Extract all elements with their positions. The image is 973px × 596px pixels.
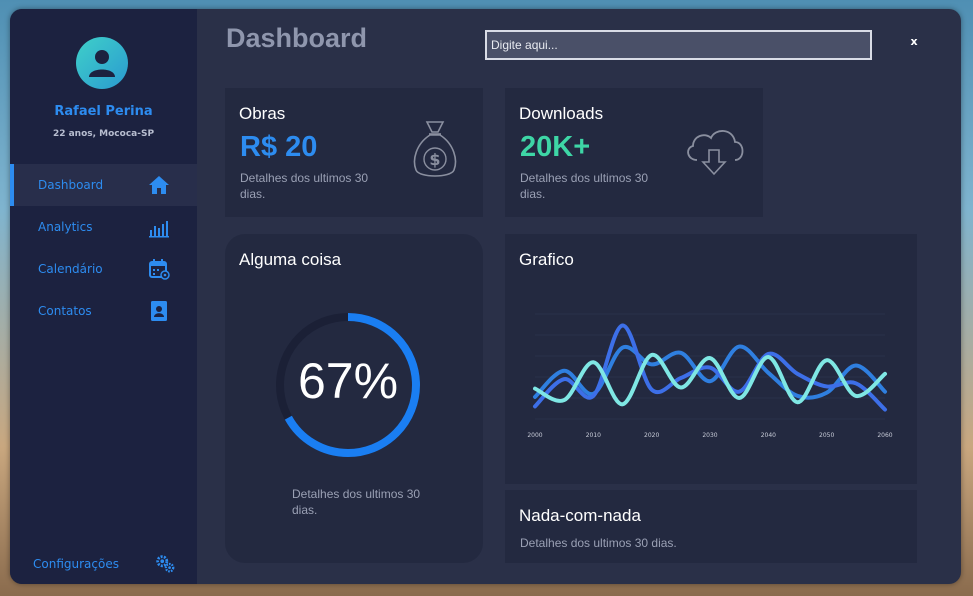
search-input[interactable] (485, 30, 872, 60)
chart-point-s1-0 (534, 396, 536, 398)
chart-point-s1-8 (767, 372, 770, 374)
chart-point-s1-10 (825, 391, 828, 394)
x-tick-label: 2000 (527, 432, 542, 439)
chart-point-s1-3 (621, 346, 624, 349)
card-title: Nada-com-nada (519, 506, 641, 525)
sidebar-item-analytics[interactable]: Analytics (10, 206, 197, 248)
card-downloads: Downloads 20K+ Detalhes dos ultimos 30 d… (505, 88, 763, 217)
chart-point-s2-4 (650, 388, 653, 391)
chart-point-s3-8 (767, 356, 770, 358)
chart-point-s3-12 (884, 373, 886, 375)
chart-point-s1-12 (884, 390, 886, 393)
page-title: Dashboard (226, 23, 368, 53)
card-detail: Detalhes dos ultimos 30 dias. (520, 171, 649, 201)
chart-point-s2-11 (855, 382, 857, 385)
x-tick-label: 2020 (644, 432, 659, 439)
chart-point-s2-5 (680, 377, 682, 379)
sidebar-item-label: Dashboard (38, 178, 104, 192)
chart-point-s1-1 (563, 369, 565, 372)
chart-point-s1-5 (680, 352, 682, 354)
user-name: Rafael Perina (54, 104, 153, 119)
chart-point-s2-12 (884, 408, 886, 411)
x-tick-label: 2030 (702, 432, 717, 439)
money-bag-icon: $ (413, 121, 457, 177)
card-grafico: Grafico 2000 2010 2020 2030 2040 2050 2060 (505, 234, 917, 484)
bar-chart-icon (149, 221, 169, 238)
chart-point-s3-9 (796, 401, 799, 403)
progress-value: 67% (297, 353, 399, 409)
chart-point-s2-3 (621, 324, 624, 327)
chart-point-s1-6 (709, 380, 711, 382)
home-icon (149, 176, 169, 194)
gears-icon (156, 555, 175, 573)
chart-point-s1-7 (738, 345, 740, 348)
card-detail: Detalhes dos ultimos 30 dias. (520, 536, 677, 550)
sidebar-item-label: Calendário (38, 262, 103, 276)
chart-point-s2-9 (796, 373, 799, 375)
chart-point-s2-10 (825, 385, 828, 388)
sidebar-item-label: Contatos (38, 304, 92, 318)
sidebar-item-configuracoes[interactable]: Configurações (10, 544, 197, 584)
sidebar-item-label: Configurações (33, 557, 119, 571)
card-nada-com-nada: Nada-com-nada Detalhes dos ultimos 30 di… (505, 490, 917, 563)
card-detail: Detalhes dos ultimos 30 dias. (240, 171, 369, 201)
chart-point-s3-1 (563, 399, 565, 401)
chart-point-s3-0 (534, 387, 536, 390)
sidebar-item-label: Analytics (38, 220, 93, 234)
chart-point-s3-2 (592, 361, 595, 364)
chart-point-s2-1 (563, 378, 565, 380)
chart-point-s3-4 (650, 354, 653, 356)
avatar[interactable] (76, 37, 128, 89)
user-info: 22 anos, Mococa-SP (52, 129, 155, 139)
chart-point-s3-7 (738, 397, 740, 399)
chart-point-s3-11 (855, 395, 857, 397)
chart-point-s1-9 (796, 395, 799, 397)
card-value: R$ 20 (240, 131, 318, 163)
chart-point-s1-11 (855, 364, 857, 367)
x-tick-label: 2010 (586, 432, 601, 439)
card-title: Downloads (519, 104, 604, 123)
chart-point-s2-0 (534, 405, 536, 408)
app-window: Rafael Perina 22 anos, Mococa-SP Dashboa… (10, 9, 961, 584)
line-chart: 2000 2010 2020 2030 2040 2050 2060 (527, 313, 893, 439)
chart-point-s2-7 (738, 390, 740, 393)
contacts-icon (151, 301, 167, 321)
chart-point-s3-10 (825, 359, 828, 361)
chart-point-s3-3 (621, 403, 624, 406)
card-obras: Obras R$ 20 Detalhes dos ultimos 30 dias… (225, 88, 483, 217)
chart-point-s2-2 (592, 395, 595, 397)
card-value: 20K+ (520, 131, 591, 163)
svg-text:$: $ (429, 150, 440, 169)
sidebar: Rafael Perina 22 anos, Mococa-SP Dashboa… (10, 9, 197, 584)
card-alguma-coisa: Alguma coisa 67% Detalhes dos ultimos 30… (225, 234, 483, 563)
user-icon (89, 50, 115, 77)
chart-point-s3-5 (680, 386, 682, 389)
sidebar-item-calendario[interactable]: Calendário (10, 248, 197, 290)
chart-series-line-1 (533, 344, 887, 400)
cloud-download-icon (687, 130, 744, 176)
chart-point-s2-8 (767, 353, 770, 355)
chart-point-s3-6 (709, 357, 711, 359)
chart-point-s2-6 (709, 366, 711, 369)
card-title: Alguma coisa (239, 250, 342, 269)
sidebar-nav: Dashboard Analytics Calendário Contatos (10, 164, 197, 332)
sidebar-item-dashboard[interactable]: Dashboard (10, 164, 197, 206)
card-title: Obras (239, 104, 286, 123)
card-detail: Detalhes dos ultimos 30 dias. (292, 487, 421, 517)
x-tick-label: 2060 (877, 432, 892, 439)
x-tick-label: 2050 (819, 432, 834, 439)
sidebar-item-contatos[interactable]: Contatos (10, 290, 197, 332)
chart-point-s1-4 (650, 363, 653, 366)
x-tick-label: 2040 (761, 432, 776, 439)
calendar-icon (149, 259, 170, 280)
close-button[interactable]: x (907, 35, 921, 49)
